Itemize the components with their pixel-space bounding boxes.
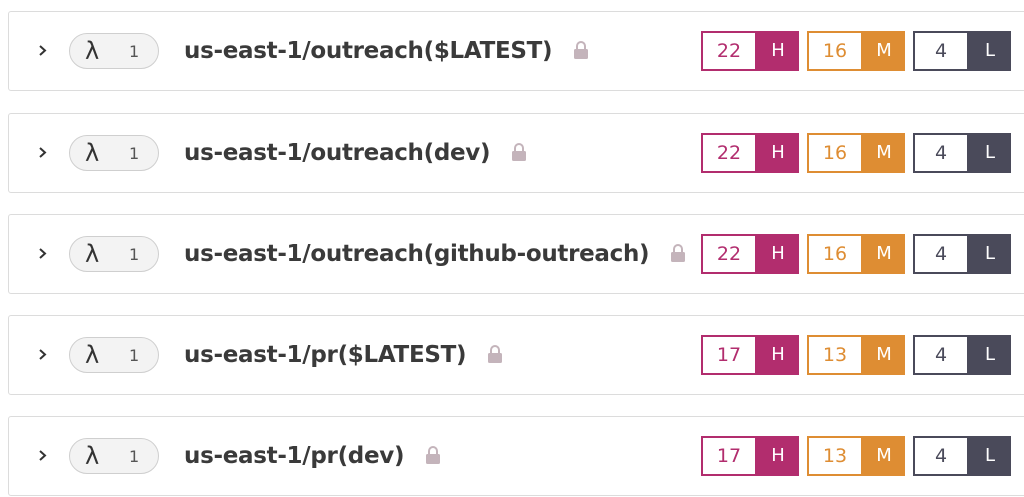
- lambda-icon: λ: [85, 37, 100, 65]
- high-count: 17: [701, 436, 757, 476]
- high-count: 17: [701, 335, 757, 375]
- high-label: H: [757, 234, 799, 274]
- version-pill[interactable]: λ 1: [69, 135, 159, 171]
- version-count: 1: [129, 447, 140, 466]
- function-name[interactable]: us-east-1/outreach(github-outreach): [184, 239, 687, 269]
- low-severity-badge[interactable]: 4 L: [913, 133, 1011, 173]
- function-name[interactable]: us-east-1/pr(dev): [184, 441, 442, 471]
- chevron-right-icon[interactable]: [37, 349, 48, 360]
- low-label: L: [969, 335, 1011, 375]
- chevron-right-icon[interactable]: [37, 450, 48, 461]
- medium-label: M: [863, 335, 905, 375]
- version-count: 1: [129, 346, 140, 365]
- low-count: 4: [913, 436, 969, 476]
- lock-icon: [512, 142, 527, 161]
- medium-label: M: [863, 31, 905, 71]
- high-severity-badge[interactable]: 17 H: [701, 436, 799, 476]
- medium-label: M: [863, 234, 905, 274]
- severity-badges: 22 H 16 M 4 L: [701, 234, 1019, 274]
- medium-count: 13: [807, 335, 863, 375]
- low-severity-badge[interactable]: 4 L: [913, 234, 1011, 274]
- severity-badges: 17 H 13 M 4 L: [701, 335, 1019, 375]
- high-severity-badge[interactable]: 22 H: [701, 234, 799, 274]
- low-label: L: [969, 234, 1011, 274]
- lock-icon: [426, 445, 441, 464]
- function-name-text: us-east-1/outreach(github-outreach): [184, 241, 650, 267]
- function-name[interactable]: us-east-1/outreach($LATEST): [184, 36, 590, 66]
- high-label: H: [757, 335, 799, 375]
- medium-count: 16: [807, 31, 863, 71]
- function-name-text: us-east-1/pr(dev): [184, 443, 405, 469]
- function-name[interactable]: us-east-1/outreach(dev): [184, 138, 528, 168]
- function-row[interactable]: λ 1 us-east-1/outreach($LATEST) 22 H 16 …: [8, 11, 1024, 91]
- low-severity-badge[interactable]: 4 L: [913, 335, 1011, 375]
- version-count: 1: [129, 144, 140, 163]
- function-row[interactable]: λ 1 us-east-1/outreach(dev) 22 H 16 M 4 …: [8, 113, 1024, 193]
- severity-badges: 22 H 16 M 4 L: [701, 133, 1019, 173]
- medium-count: 16: [807, 133, 863, 173]
- low-count: 4: [913, 234, 969, 274]
- lambda-icon: λ: [85, 341, 100, 369]
- low-severity-badge[interactable]: 4 L: [913, 436, 1011, 476]
- medium-severity-badge[interactable]: 16 M: [807, 234, 905, 274]
- version-count: 1: [129, 245, 140, 264]
- function-name-text: us-east-1/pr($LATEST): [184, 342, 467, 368]
- version-pill[interactable]: λ 1: [69, 438, 159, 474]
- low-label: L: [969, 31, 1011, 71]
- medium-severity-badge[interactable]: 13 M: [807, 436, 905, 476]
- high-severity-badge[interactable]: 22 H: [701, 31, 799, 71]
- medium-label: M: [863, 436, 905, 476]
- chevron-right-icon[interactable]: [37, 147, 48, 158]
- lock-icon: [488, 344, 503, 363]
- low-label: L: [969, 436, 1011, 476]
- function-row[interactable]: λ 1 us-east-1/outreach(github-outreach) …: [8, 214, 1024, 294]
- severity-badges: 17 H 13 M 4 L: [701, 436, 1019, 476]
- lambda-icon: λ: [85, 240, 100, 268]
- version-pill[interactable]: λ 1: [69, 236, 159, 272]
- high-label: H: [757, 133, 799, 173]
- lambda-icon: λ: [85, 139, 100, 167]
- medium-severity-badge[interactable]: 16 M: [807, 133, 905, 173]
- low-count: 4: [913, 31, 969, 71]
- lock-icon: [671, 243, 686, 262]
- medium-count: 16: [807, 234, 863, 274]
- lambda-icon: λ: [85, 442, 100, 470]
- high-count: 22: [701, 234, 757, 274]
- severity-badges: 22 H 16 M 4 L: [701, 31, 1019, 71]
- chevron-right-icon[interactable]: [37, 248, 48, 259]
- version-count: 1: [129, 42, 140, 61]
- lock-icon: [574, 40, 589, 59]
- high-severity-badge[interactable]: 17 H: [701, 335, 799, 375]
- high-count: 22: [701, 31, 757, 71]
- low-count: 4: [913, 133, 969, 173]
- medium-count: 13: [807, 436, 863, 476]
- version-pill[interactable]: λ 1: [69, 337, 159, 373]
- low-label: L: [969, 133, 1011, 173]
- high-label: H: [757, 31, 799, 71]
- high-label: H: [757, 436, 799, 476]
- function-name-text: us-east-1/outreach($LATEST): [184, 38, 553, 64]
- high-count: 22: [701, 133, 757, 173]
- high-severity-badge[interactable]: 22 H: [701, 133, 799, 173]
- function-row[interactable]: λ 1 us-east-1/pr(dev) 17 H 13 M 4 L: [8, 416, 1024, 496]
- medium-severity-badge[interactable]: 16 M: [807, 31, 905, 71]
- version-pill[interactable]: λ 1: [69, 33, 159, 69]
- function-name-text: us-east-1/outreach(dev): [184, 140, 491, 166]
- low-severity-badge[interactable]: 4 L: [913, 31, 1011, 71]
- low-count: 4: [913, 335, 969, 375]
- function-row[interactable]: λ 1 us-east-1/pr($LATEST) 17 H 13 M 4 L: [8, 315, 1024, 395]
- medium-severity-badge[interactable]: 13 M: [807, 335, 905, 375]
- function-name[interactable]: us-east-1/pr($LATEST): [184, 340, 504, 370]
- function-list: λ 1 us-east-1/outreach($LATEST) 22 H 16 …: [0, 0, 1024, 497]
- medium-label: M: [863, 133, 905, 173]
- chevron-right-icon[interactable]: [37, 45, 48, 56]
